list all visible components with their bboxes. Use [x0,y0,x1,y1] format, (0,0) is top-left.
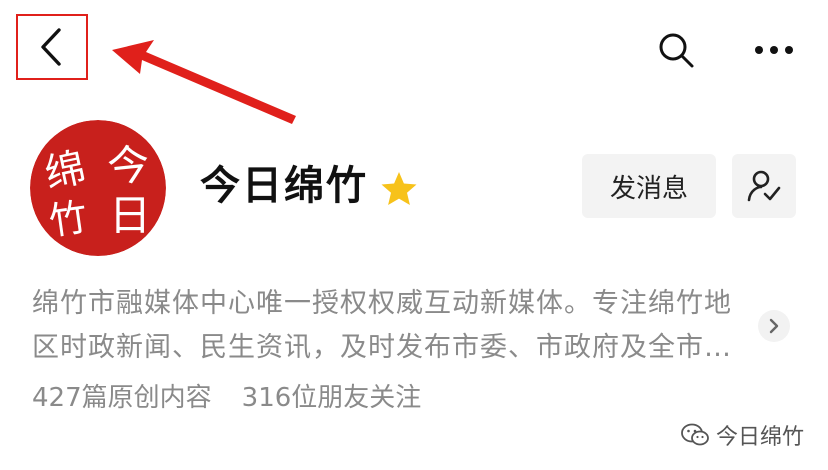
avatar[interactable]: 绵 今 竹 日 [30,120,166,256]
more-dots-icon [755,46,793,54]
account-stats: 427篇原创内容 316位朋友关注 [32,378,421,418]
svg-text:竹: 竹 [46,195,90,244]
wechat-icon [681,423,709,446]
original-count: 427 [32,383,82,413]
watermark-text: 今日绵竹 [716,425,805,450]
official-account-profile-page: 绵 今 竹 日 今日绵竹 发消息 绵竹市融媒体中心唯一授权权威互动新媒体。专注绵… [0,0,828,470]
account-logo: 绵 今 竹 日 [30,120,166,256]
search-icon [659,33,694,68]
followers-label: 位朋友关注 [291,383,422,413]
chevron-right-icon [769,318,779,334]
follow-status-button[interactable] [732,154,796,218]
account-name: 今日绵竹 [200,163,368,209]
svg-text:日: 日 [109,191,151,240]
send-message-button[interactable]: 发消息 [582,154,716,218]
back-button[interactable] [16,14,88,80]
star-icon[interactable] [380,170,418,208]
account-description[interactable]: 绵竹市融媒体中心唯一授权权威互动新媒体。专注绵竹地区时政新闻、民生资讯，及时发布… [32,282,748,370]
annotation-arrow [112,40,296,124]
user-check-icon [747,170,781,202]
more-button[interactable] [746,26,802,74]
search-button[interactable] [652,26,700,74]
expand-description-button[interactable] [758,310,790,342]
svg-text:今: 今 [105,139,152,192]
followers-count: 316 [241,383,292,413]
original-label: 篇原创内容 [81,383,212,413]
chevron-left-icon [41,28,61,66]
watermark: 今日绵竹 [680,418,804,452]
